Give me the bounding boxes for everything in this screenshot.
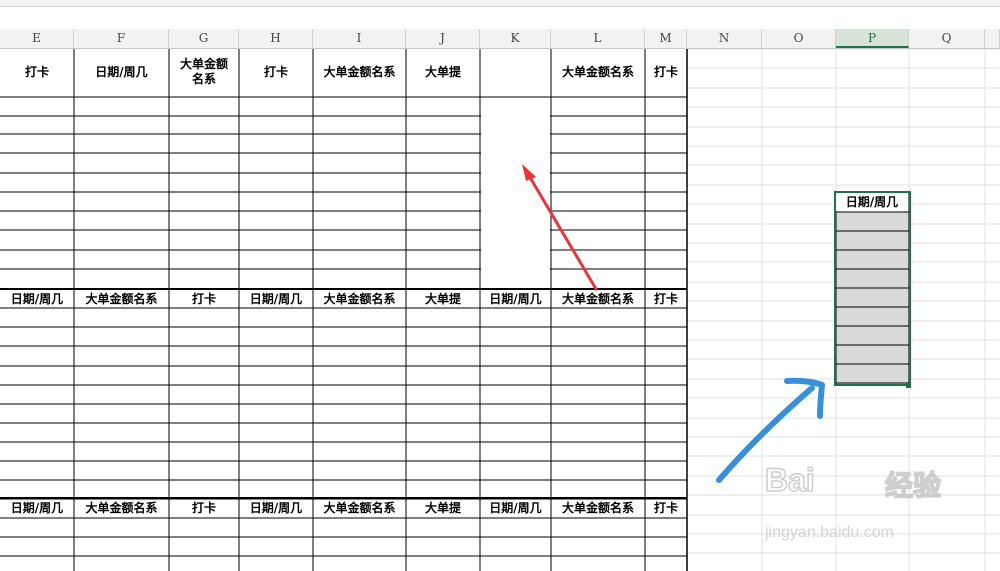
block2-header-m[interactable]: 打卡: [645, 290, 687, 308]
watermark-brand-cn: 经验: [884, 468, 942, 503]
block3-header-k[interactable]: 日期/周几: [480, 499, 551, 517]
block2-header-k[interactable]: 日期/周几: [480, 290, 551, 308]
column-header-p[interactable]: P: [836, 29, 909, 48]
column-header-h[interactable]: H: [239, 29, 313, 48]
watermark-url: jingyan.baidu.com: [765, 524, 894, 541]
block3-header-h[interactable]: 日期/周几: [239, 499, 313, 517]
formula-bar-area: [0, 7, 1000, 29]
block1-header-e[interactable]: 打卡: [0, 49, 74, 96]
column-header-j[interactable]: J: [406, 29, 480, 48]
column-header-q[interactable]: Q: [909, 29, 985, 48]
block3-header-g[interactable]: 打卡: [169, 499, 239, 517]
block1-header-g[interactable]: 大单金额名系: [169, 49, 239, 96]
column-header-k[interactable]: K: [480, 29, 551, 48]
selected-range-header-cell[interactable]: 日期/周几: [836, 193, 908, 211]
column-header-partial[interactable]: [985, 29, 1000, 48]
block2-header-j[interactable]: 大单提: [406, 290, 480, 308]
block3-header-i[interactable]: 大单金额名系: [313, 499, 406, 517]
block2-header-g[interactable]: 打卡: [169, 290, 239, 308]
column-header-o[interactable]: O: [762, 29, 836, 48]
fill-handle[interactable]: [906, 383, 911, 388]
block2-header-e[interactable]: 日期/周几: [0, 290, 74, 308]
column-header-n[interactable]: N: [687, 29, 762, 48]
block3-header-f[interactable]: 大单金额名系: [74, 499, 169, 517]
block1-header-m[interactable]: 打卡: [645, 49, 687, 96]
block3-header-l[interactable]: 大单金额名系: [551, 499, 645, 517]
selected-range-fill[interactable]: [836, 212, 909, 384]
block1-header-i[interactable]: 大单金额名系: [313, 49, 406, 96]
top-toolbar-strip: [0, 0, 1000, 7]
watermark-brand: Bai: [764, 461, 815, 499]
block2-header-i[interactable]: 大单金额名系: [313, 290, 406, 308]
baidu-watermark: Bai 经验 jingyan.baidu.com: [764, 461, 965, 552]
block1-header-j[interactable]: 大单提: [406, 49, 480, 96]
column-header-bar: EFGHIJKLMNOPQ: [0, 29, 1000, 49]
block1-header-h[interactable]: 打卡: [239, 49, 313, 96]
block1-header-l[interactable]: 大单金额名系: [551, 49, 645, 96]
column-header-f[interactable]: F: [74, 29, 169, 48]
block3-header-j[interactable]: 大单提: [406, 499, 480, 517]
block1-header-f[interactable]: 日期/周几: [74, 49, 169, 96]
block2-header-h[interactable]: 日期/周几: [239, 290, 313, 308]
column-header-e[interactable]: E: [0, 29, 74, 48]
block3-header-e[interactable]: 日期/周几: [0, 499, 74, 517]
column-header-g[interactable]: G: [169, 29, 239, 48]
block2-header-l[interactable]: 大单金额名系: [551, 290, 645, 308]
block2-header-f[interactable]: 大单金额名系: [74, 290, 169, 308]
block3-header-m[interactable]: 打卡: [645, 499, 687, 517]
column-header-m[interactable]: M: [645, 29, 687, 48]
column-header-i[interactable]: I: [313, 29, 406, 48]
column-header-l[interactable]: L: [551, 29, 645, 48]
